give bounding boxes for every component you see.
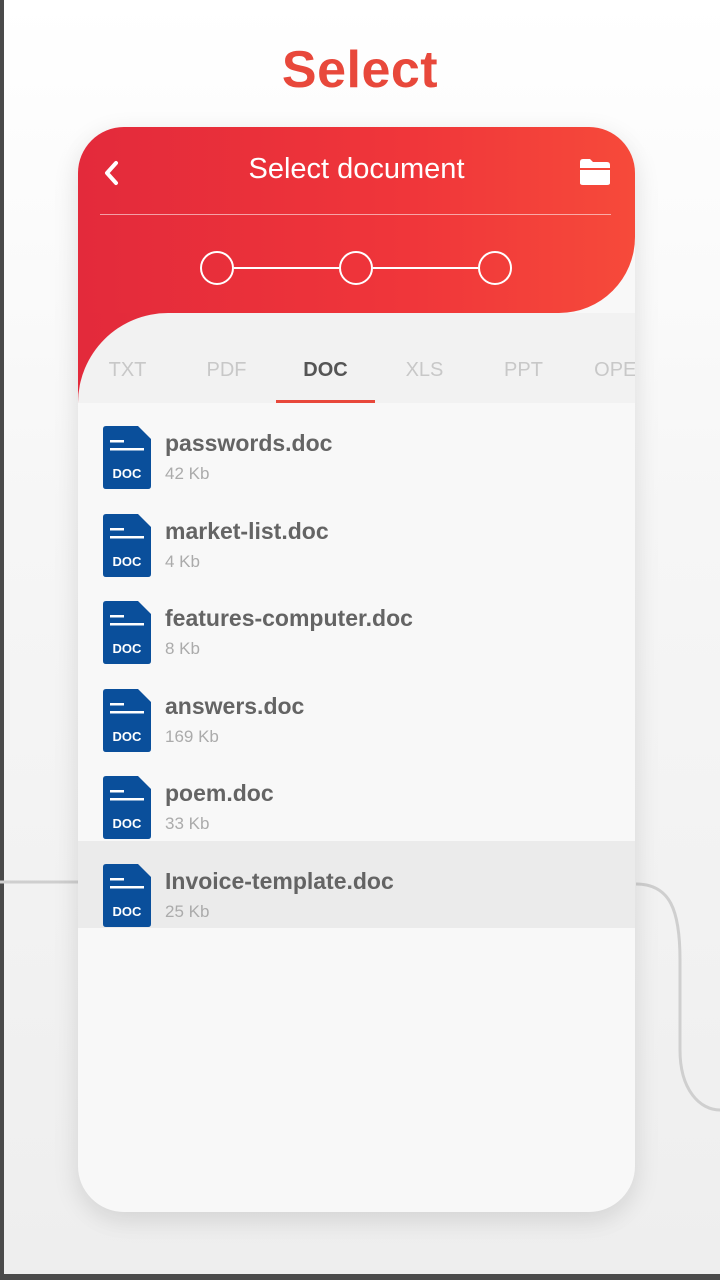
file-name: features-computer.doc [165, 605, 413, 631]
file-name: answers.doc [165, 692, 305, 719]
doc-file-icon: DOC [103, 513, 151, 577]
step-2 [339, 251, 373, 285]
tab-xls[interactable]: XLS [375, 351, 474, 403]
file-size: 25 Kb [165, 901, 210, 921]
page-headline: Select [281, 41, 439, 99]
doc-file-icon: DOC [103, 426, 151, 489]
doc-file-icon-label: DOC [113, 904, 143, 919]
doc-file-icon-label: DOC [113, 641, 143, 656]
file-name: market-list.doc [165, 517, 329, 544]
header-bar: Select document [78, 127, 635, 313]
file-size: 42 Kb [165, 464, 210, 483]
doc-file-icon: DOC [103, 863, 151, 927]
file-list-item[interactable]: DOC market-list.doc 4 Kb [78, 491, 635, 579]
file-list-item[interactable]: DOC Invoice-template.doc 25 Kb [78, 840, 635, 928]
file-list-item[interactable]: DOC passwords.doc 42 Kb [78, 403, 635, 491]
doc-file-icon-label: DOC [113, 554, 143, 569]
step-3 [478, 251, 512, 285]
file-name: passwords.doc [165, 430, 333, 456]
file-size: 33 Kb [165, 814, 210, 833]
folder-icon [580, 159, 610, 185]
header-title: Select document [248, 153, 465, 185]
file-list-item[interactable]: DOC features-computer.doc 8 Kb [78, 578, 635, 666]
file-size: 169 Kb [165, 726, 219, 746]
file-size: 8 Kb [165, 639, 200, 658]
tab-txt[interactable]: TXT [78, 351, 177, 403]
file-type-tabs: TXTPDFDOCXLSPPTOPEN [78, 351, 635, 403]
doc-file-icon-label: DOC [113, 816, 143, 831]
file-list-item[interactable]: DOC poem.doc 33 Kb [78, 753, 635, 841]
file-name: Invoice-template.doc [165, 867, 394, 894]
step-connector [373, 267, 478, 269]
tab-open[interactable]: OPEN [573, 351, 635, 403]
file-size: 4 Kb [165, 551, 200, 571]
device-frame-bottom [0, 1274, 720, 1280]
tab-ppt[interactable]: PPT [474, 351, 573, 403]
doc-file-icon: DOC [103, 776, 151, 839]
step-1 [200, 251, 234, 285]
folder-button[interactable] [577, 155, 613, 189]
progress-stepper [200, 251, 512, 285]
phone-card: Select document TXTPDFDOCXLSPPTOPEN DOCp… [78, 127, 635, 1212]
file-list-item[interactable]: DOC answers.doc 169 Kb [78, 666, 635, 754]
file-list: DOC passwords.doc 42 Kb DOC market-list.doc 4… [78, 403, 635, 928]
tab-doc[interactable]: DOC [276, 351, 375, 403]
step-connector [234, 267, 339, 269]
header-divider [100, 214, 611, 215]
doc-file-icon: DOC [103, 601, 151, 664]
doc-file-icon-label: DOC [113, 729, 143, 744]
doc-file-icon: DOC [103, 688, 151, 752]
doc-file-icon-label: DOC [113, 466, 143, 481]
tab-pdf[interactable]: PDF [177, 351, 276, 403]
file-name: poem.doc [165, 780, 274, 806]
